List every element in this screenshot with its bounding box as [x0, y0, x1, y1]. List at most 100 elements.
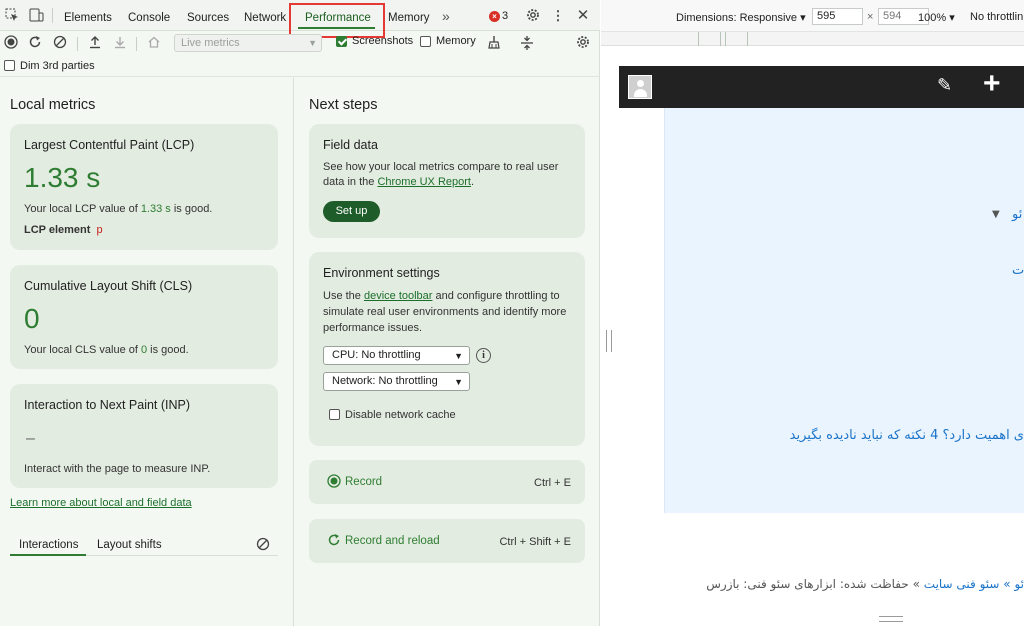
subtab-layout-shifts[interactable]: Layout shifts — [97, 539, 162, 551]
inspect-element-icon[interactable] — [4, 8, 20, 24]
devtools-panel: Elements Console Sources Network Perform… — [0, 0, 600, 626]
record-label: Record — [345, 476, 383, 488]
site-page: ▼ ئو ت ی اهمیت دارد؟ 4 نکته که نباید ناد… — [619, 108, 1024, 613]
lcp-title: Largest Contentful Paint (LCP) — [24, 138, 195, 152]
record-and-reload-shortcut: Ctrl + Shift + E — [499, 536, 571, 548]
env-desc-line2: simulate real user environments and iden… — [323, 306, 567, 318]
width-input[interactable]: 595 — [812, 8, 863, 25]
network-throttling-select[interactable]: Network: No throttling ▼ — [323, 372, 470, 391]
environment-settings-card: Environment settings Use the device tool… — [309, 252, 585, 446]
toolbar-divider — [136, 37, 137, 51]
chevron-down-icon: ▼ — [454, 377, 463, 387]
ruler-mark — [720, 32, 721, 46]
bottom-resize-handle[interactable] — [879, 616, 903, 622]
post-headline-link[interactable]: ی اهمیت دارد؟ 4 نکته که نباید نادیده بگی… — [790, 428, 1024, 443]
inp-value: – — [26, 430, 35, 447]
record-icon[interactable] — [3, 35, 19, 51]
avatar[interactable] — [628, 75, 652, 99]
settings-gear-icon[interactable] — [525, 8, 541, 24]
tab-sources[interactable]: Sources — [187, 0, 229, 31]
menu-fragment[interactable]: ئو — [1012, 207, 1022, 222]
memory-checkbox[interactable] — [420, 36, 431, 47]
device-toolbar-icon[interactable] — [28, 8, 44, 24]
tab-console[interactable]: Console — [128, 0, 170, 31]
capture-settings-gear-icon[interactable] — [575, 35, 591, 51]
cpu-throttling-value: CPU: No throttling — [332, 349, 421, 361]
zoom-select[interactable]: 100% ▾ — [918, 11, 955, 24]
live-metrics-label: Live metrics — [181, 37, 240, 49]
download-icon[interactable] — [112, 35, 128, 51]
clear-icon[interactable] — [52, 35, 68, 51]
field-data-title: Field data — [323, 138, 378, 152]
env-desc-post: and configure throttling to — [432, 290, 560, 302]
chevron-down-icon: ▼ — [308, 38, 317, 48]
env-desc-line3: performance issues. — [323, 322, 423, 334]
info-icon[interactable]: i — [476, 348, 491, 363]
cpu-throttling-select[interactable]: CPU: No throttling ▼ — [323, 346, 470, 365]
cls-title: Cumulative Layout Shift (CLS) — [24, 279, 193, 293]
more-tabs-icon[interactable]: » — [442, 0, 450, 31]
lcp-desc-pre: Your local LCP value of — [24, 203, 141, 215]
field-data-desc-line1: See how your local metrics compare to re… — [323, 161, 559, 173]
subtab-interactions[interactable]: Interactions — [19, 539, 78, 551]
learn-more-link[interactable]: Learn more about local and field data — [10, 497, 192, 509]
environment-settings-title: Environment settings — [323, 266, 440, 280]
tab-network[interactable]: Network — [244, 0, 286, 31]
lcp-desc-value: 1.33 s — [140, 203, 171, 215]
edit-pencil-icon[interactable]: ✎ — [937, 75, 952, 96]
field-data-desc-line2: data in the Chrome UX Report. — [323, 174, 474, 190]
record-button[interactable]: Record Ctrl + E — [309, 460, 585, 504]
throttling-select[interactable]: No throttlin — [970, 11, 1023, 23]
error-icon[interactable]: × — [489, 11, 500, 22]
screenshots-label: Screenshots — [352, 35, 414, 47]
lcp-element-link[interactable]: p — [96, 224, 102, 236]
chrome-ux-report-link[interactable]: Chrome UX Report — [377, 176, 471, 188]
dropdown-arrow-icon[interactable]: ▼ — [992, 209, 1000, 220]
menu-fragment[interactable]: ت — [1012, 263, 1024, 278]
toolbar-divider — [77, 37, 78, 51]
site-admin-bar: ✎ + — [619, 66, 1024, 108]
field-data-desc-pre: data in the — [323, 176, 378, 188]
tab-elements[interactable]: Elements — [64, 0, 112, 31]
device-toolbar: Dimensions: Responsive ▾ 595 × 594 100% … — [601, 0, 1024, 32]
record-and-reload-label: Record and reload — [345, 535, 440, 547]
breadcrumb-link[interactable]: ئو » سئو فنی سایت — [924, 577, 1024, 591]
record-shortcut: Ctrl + E — [534, 477, 571, 489]
resize-handle[interactable] — [606, 330, 612, 352]
more-options-icon[interactable]: ⋮ — [550, 8, 566, 24]
upload-icon[interactable] — [87, 35, 103, 51]
screenshots-checkbox[interactable] — [336, 36, 347, 47]
lcp-card: Largest Contentful Paint (LCP) 1.33 s Yo… — [10, 124, 278, 250]
collapse-tracks-icon[interactable] — [519, 35, 535, 51]
tab-memory[interactable]: Memory — [388, 0, 430, 31]
clear-interactions-icon[interactable] — [256, 537, 270, 554]
error-count[interactable]: 3 — [502, 10, 508, 22]
home-icon[interactable] — [146, 35, 162, 51]
dim-third-parties-checkbox[interactable] — [4, 60, 15, 71]
reload-record-icon[interactable] — [27, 35, 43, 51]
post-content-box — [664, 108, 1024, 513]
plus-icon[interactable]: + — [983, 67, 1001, 101]
next-steps-title: Next steps — [309, 97, 378, 113]
lcp-desc-post: is good. — [170, 203, 213, 215]
lcp-value: 1.33 s — [24, 162, 101, 193]
interactions-subtabs: Interactions Layout shifts — [10, 534, 278, 556]
cleanup-broom-icon[interactable] — [486, 35, 502, 51]
field-data-desc-post: . — [470, 176, 475, 188]
cls-desc-pre: Your local CLS value of — [24, 344, 141, 356]
disable-cache-checkbox[interactable] — [329, 409, 340, 420]
reload-icon — [327, 533, 341, 550]
env-desc-pre: Use the — [323, 290, 364, 302]
record-and-reload-button[interactable]: Record and reload Ctrl + Shift + E — [309, 519, 585, 563]
media-query-ruler[interactable] — [601, 32, 1024, 46]
dimension-separator: × — [867, 11, 874, 23]
dimensions-select[interactable]: Dimensions: Responsive ▾ — [676, 11, 806, 24]
device-emulation-area: Dimensions: Responsive ▾ 595 × 594 100% … — [601, 0, 1024, 626]
ruler-mark — [747, 32, 748, 46]
close-devtools-icon[interactable]: ✕ — [575, 8, 591, 24]
device-toolbar-link[interactable]: device toolbar — [364, 290, 433, 302]
setup-button[interactable]: Set up — [323, 201, 380, 222]
column-divider — [293, 78, 294, 626]
dim-third-parties-label: Dim 3rd parties — [20, 60, 95, 72]
live-metrics-select[interactable]: Live metrics ▼ — [174, 34, 322, 52]
